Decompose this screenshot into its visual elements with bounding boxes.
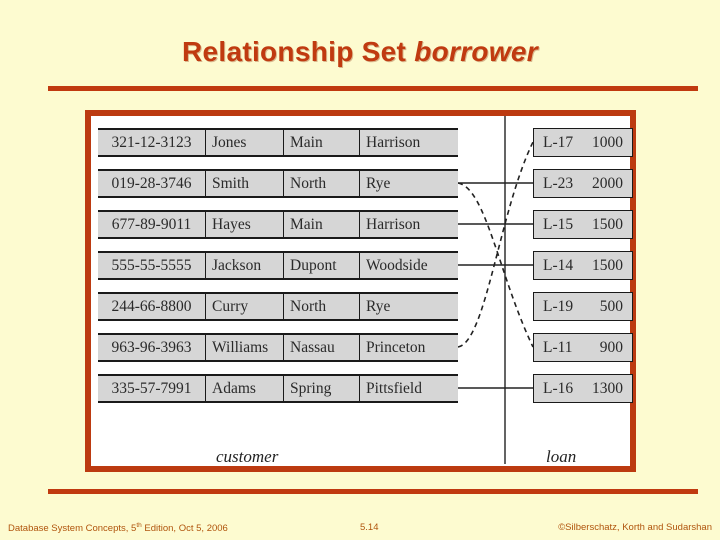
page-title: Relationship Set borrower <box>0 36 720 68</box>
customer-name: Smith <box>206 171 284 196</box>
customer-city: Rye <box>366 297 391 315</box>
link-williams-l17 <box>457 141 534 348</box>
table-row[interactable]: 963-96-3963 Williams Nassau Princeton <box>98 333 458 362</box>
figure-frame: 321-12-3123 Jones Main Harrison 019-28-3… <box>85 110 636 472</box>
footer-citation-main: Database System Concepts, 5 <box>8 523 137 535</box>
customer-city: Harrison <box>366 215 421 233</box>
page-title-italic: borrower <box>414 36 538 67</box>
loan-number: L-17 <box>543 133 574 151</box>
customer-city: Pittsfield <box>366 379 422 397</box>
customer-set-caption: customer <box>216 447 279 466</box>
customer-street: Main <box>284 212 360 237</box>
loan-number: L-14 <box>543 256 574 274</box>
customer-id: 019-28-3746 <box>98 171 206 196</box>
customer-id: 244-66-8800 <box>98 294 206 319</box>
page-title-plain: Relationship Set <box>181 36 415 67</box>
customer-id: 335-57-7991 <box>98 376 206 401</box>
customer-street: North <box>284 171 360 196</box>
customer-name: Jackson <box>206 253 284 278</box>
loan-amount: 1500 <box>592 215 623 233</box>
list-item[interactable]: L-15 1500 <box>533 210 633 239</box>
table-row[interactable]: 335-57-7991 Adams Spring Pittsfield <box>98 374 458 403</box>
list-item[interactable]: L-23 2000 <box>533 169 633 198</box>
slide-number: 5.14 <box>360 522 379 533</box>
customer-id: 555-55-5555 <box>98 253 206 278</box>
customer-street: Spring <box>284 376 360 401</box>
list-item[interactable]: L-11 900 <box>533 333 633 362</box>
list-item[interactable]: L-16 1300 <box>533 374 633 403</box>
table-row[interactable]: 677-89-9011 Hayes Main Harrison <box>98 210 458 239</box>
figure-canvas: 321-12-3123 Jones Main Harrison 019-28-3… <box>91 116 633 466</box>
table-row[interactable]: 555-55-5555 Jackson Dupont Woodside <box>98 251 458 280</box>
loan-number: L-16 <box>543 379 574 397</box>
footer-divider-rule <box>48 489 698 494</box>
customer-city: Princeton <box>366 338 426 356</box>
loan-set-caption: loan <box>546 447 577 466</box>
customer-street: North <box>284 294 360 319</box>
customer-id: 963-96-3963 <box>98 335 206 360</box>
loan-amount: 500 <box>599 297 623 315</box>
customer-name: Jones <box>206 130 284 155</box>
customer-entity-set: 321-12-3123 Jones Main Harrison 019-28-3… <box>98 128 458 403</box>
table-row[interactable]: 244-66-8800 Curry North Rye <box>98 292 458 321</box>
loan-entity-set: L-17 1000 L-23 2000 L-15 1500 L-14 1500 … <box>533 128 633 403</box>
loan-amount: 1000 <box>592 133 623 151</box>
customer-name: Adams <box>206 376 284 401</box>
loan-amount: 900 <box>599 338 623 356</box>
loan-number: L-19 <box>543 297 574 315</box>
loan-amount: 1300 <box>592 379 623 397</box>
customer-street: Main <box>284 130 360 155</box>
customer-street: Nassau <box>284 335 360 360</box>
customer-id: 677-89-9011 <box>98 212 206 237</box>
customer-street: Dupont <box>284 253 360 278</box>
loan-number: L-23 <box>543 174 574 192</box>
footer-citation: Database System Concepts, 5th Edition, O… <box>8 522 228 534</box>
loan-amount: 1500 <box>592 256 623 274</box>
table-row[interactable]: 019-28-3746 Smith North Rye <box>98 169 458 198</box>
list-item[interactable]: L-14 1500 <box>533 251 633 280</box>
customer-id: 321-12-3123 <box>98 130 206 155</box>
footer-citation-date: Edition, Oct 5, 2006 <box>141 523 228 535</box>
customer-name: Curry <box>206 294 284 319</box>
customer-city: Woodside <box>366 256 428 274</box>
link-smith-l11 <box>457 182 534 348</box>
customer-city: Rye <box>366 174 391 192</box>
customer-name: Hayes <box>206 212 284 237</box>
loan-number: L-15 <box>543 215 574 233</box>
header-divider-rule <box>48 86 698 91</box>
customer-city: Harrison <box>366 133 421 151</box>
loan-number: L-11 <box>543 338 573 356</box>
loan-amount: 2000 <box>592 174 623 192</box>
customer-name: Williams <box>206 335 284 360</box>
footer-copyright: ©Silberschatz, Korth and Sudarshan <box>558 522 712 533</box>
table-row[interactable]: 321-12-3123 Jones Main Harrison <box>98 128 458 157</box>
list-item[interactable]: L-19 500 <box>533 292 633 321</box>
list-item[interactable]: L-17 1000 <box>533 128 633 157</box>
